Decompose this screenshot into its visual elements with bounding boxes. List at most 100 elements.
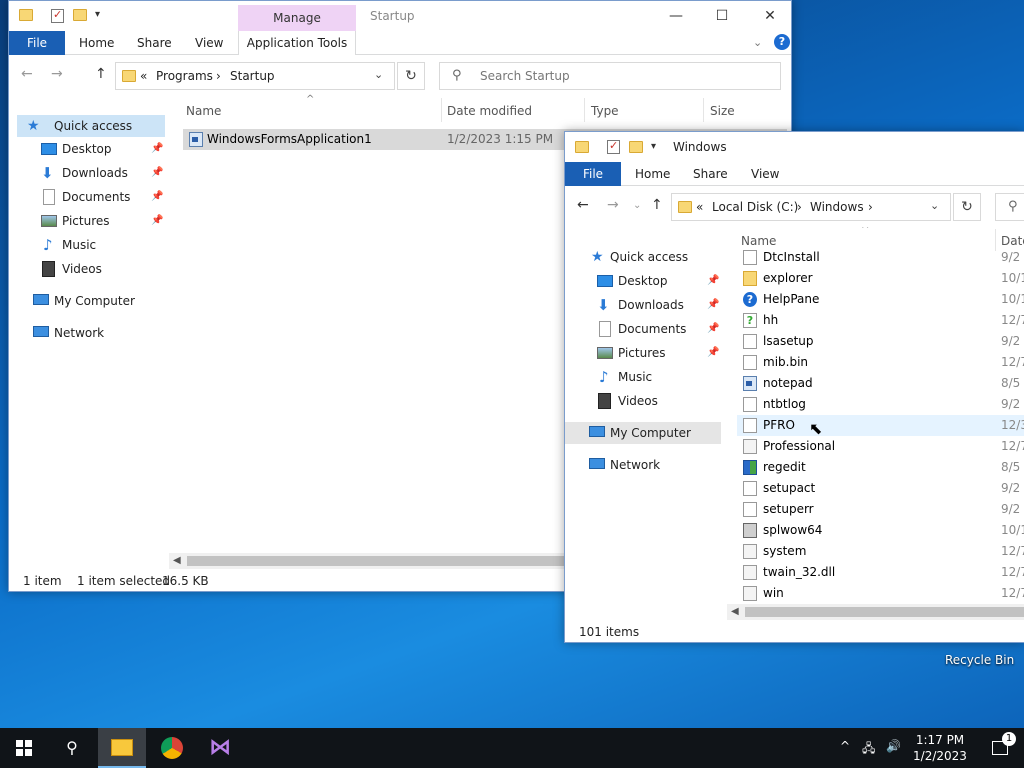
search-box[interactable]: ⚲ <box>995 193 1024 221</box>
breadcrumb-separator[interactable]: › <box>216 69 221 83</box>
properties-icon[interactable] <box>607 139 620 154</box>
nav-network[interactable]: Network <box>565 454 721 476</box>
windows-titlebar[interactable]: ▾ Windows <box>565 132 1024 162</box>
column-date[interactable]: Date <box>1001 234 1024 248</box>
recycle-bin-label[interactable]: Recycle Bin <box>945 653 1014 667</box>
nav-pictures[interactable]: Pictures 📌 <box>565 342 721 364</box>
up-button[interactable]: ↑ <box>95 66 107 82</box>
file-row[interactable]: ? hh 12/7 <box>737 310 1024 331</box>
scroll-left-icon[interactable]: ◀ <box>731 604 739 620</box>
nav-music[interactable]: ♪ Music <box>17 234 165 256</box>
file-row[interactable]: setupact 9/2 <box>737 478 1024 499</box>
expand-ribbon-icon[interactable]: ⌄ <box>753 36 762 49</box>
manage-tab-header[interactable]: Manage <box>238 5 356 31</box>
nav-documents[interactable]: Documents 📌 <box>17 186 165 208</box>
breadcrumb-programs[interactable]: Programs <box>156 69 213 83</box>
breadcrumb-windows[interactable]: Windows <box>810 200 864 214</box>
column-name[interactable]: Name <box>741 234 776 248</box>
nav-pictures[interactable]: Pictures 📌 <box>17 210 165 232</box>
nav-downloads[interactable]: ⬇ Downloads 📌 <box>565 294 721 316</box>
tab-share[interactable]: Share <box>125 31 184 55</box>
new-folder-icon[interactable] <box>629 141 643 153</box>
chrome-taskbar-button[interactable] <box>148 728 196 768</box>
address-bar[interactable]: « Local Disk (C:) › Windows › ⌄ <box>671 193 951 221</box>
customize-toolbar-icon[interactable]: ▾ <box>651 141 656 152</box>
file-row[interactable]: ntbtlog 9/2 <box>737 394 1024 415</box>
nav-quick-access[interactable]: ★ Quick access <box>17 115 165 137</box>
horizontal-scrollbar[interactable]: ◀ <box>727 604 1024 620</box>
startup-titlebar[interactable]: ▾ Manage Startup — ☐ ✕ <box>9 1 791 31</box>
search-input[interactable]: Search Startup <box>480 69 570 83</box>
file-row[interactable]: setuperr 9/2 <box>737 499 1024 520</box>
nav-downloads[interactable]: ⬇ Downloads 📌 <box>17 162 165 184</box>
address-dropdown-icon[interactable]: ⌄ <box>930 199 939 212</box>
pin-icon[interactable]: 📌 <box>151 138 163 160</box>
address-prefix[interactable]: « <box>696 200 703 214</box>
network-tray-icon[interactable]: 🖧 <box>862 739 875 760</box>
pin-icon[interactable]: 📌 <box>151 210 163 232</box>
refresh-button[interactable]: ↻ <box>953 193 981 221</box>
pin-icon[interactable]: 📌 <box>707 270 719 292</box>
pin-icon[interactable]: 📌 <box>707 342 719 364</box>
tab-file[interactable]: File <box>9 31 65 55</box>
nav-desktop[interactable]: Desktop 📌 <box>17 138 165 160</box>
tab-file[interactable]: File <box>565 162 621 186</box>
tab-share[interactable]: Share <box>681 162 740 186</box>
properties-icon[interactable] <box>51 8 64 23</box>
breadcrumb-local-disk[interactable]: Local Disk (C:) <box>712 200 798 214</box>
scroll-thumb[interactable] <box>187 556 569 566</box>
scroll-thumb[interactable] <box>745 607 1024 617</box>
breadcrumb-separator[interactable]: › <box>868 200 873 214</box>
tab-view[interactable]: View <box>183 31 235 55</box>
start-button[interactable] <box>0 728 48 768</box>
file-row[interactable]: explorer 10/1 <box>737 268 1024 289</box>
minimize-button[interactable]: — <box>653 1 699 31</box>
maximize-button[interactable]: ☐ <box>699 1 745 31</box>
nav-network[interactable]: Network <box>17 322 165 344</box>
file-row[interactable]: Professional 12/7 <box>737 436 1024 457</box>
file-row[interactable]: lsasetup 9/2 <box>737 331 1024 352</box>
column-name[interactable]: Name <box>186 104 221 118</box>
horizontal-scrollbar[interactable]: ◀ <box>169 553 569 569</box>
column-type[interactable]: Type <box>591 104 619 118</box>
tab-view[interactable]: View <box>739 162 791 186</box>
nav-videos[interactable]: Videos <box>565 390 721 412</box>
customize-toolbar-icon[interactable]: ▾ <box>95 9 100 20</box>
address-bar[interactable]: « Programs › Startup ⌄ <box>115 62 395 90</box>
file-row[interactable]: regedit 8/5 <box>737 457 1024 478</box>
file-row[interactable]: PFRO 12/3 <box>737 415 1024 436</box>
notification-center-button[interactable]: 1 <box>976 728 1024 768</box>
nav-desktop[interactable]: Desktop 📌 <box>565 270 721 292</box>
show-hidden-icons[interactable]: ^ <box>840 739 850 753</box>
nav-my-computer[interactable]: My Computer <box>17 290 165 312</box>
pin-icon[interactable]: 📌 <box>151 186 163 208</box>
volume-icon[interactable]: 🔊 <box>886 739 901 753</box>
file-row[interactable]: twain_32.dll 12/7 <box>737 562 1024 583</box>
help-icon[interactable]: ? <box>774 34 790 50</box>
clock[interactable]: 1:17 PM 1/2/2023 <box>912 732 968 764</box>
pin-icon[interactable]: 📌 <box>707 318 719 340</box>
tab-home[interactable]: Home <box>623 162 682 186</box>
pin-icon[interactable]: 📌 <box>151 162 163 184</box>
file-explorer-taskbar-button[interactable] <box>98 728 146 768</box>
forward-button[interactable]: → <box>607 197 619 213</box>
visual-studio-taskbar-button[interactable]: ⋈ <box>196 728 244 768</box>
up-button[interactable]: ↑ <box>651 197 663 213</box>
column-size[interactable]: Size <box>710 104 735 118</box>
file-row[interactable]: DtcInstall 9/2 <box>737 247 1024 268</box>
file-row[interactable]: notepad 8/5 <box>737 373 1024 394</box>
breadcrumb-startup[interactable]: Startup <box>230 69 275 83</box>
nav-videos[interactable]: Videos <box>17 258 165 280</box>
column-date-modified[interactable]: Date modified <box>447 104 532 118</box>
file-row[interactable]: ? HelpPane 10/1 <box>737 289 1024 310</box>
back-button[interactable]: ← <box>577 197 589 213</box>
nav-quick-access[interactable]: ★ Quick access <box>565 246 721 268</box>
search-taskbar-button[interactable]: ⚲ <box>48 728 96 768</box>
file-row[interactable]: splwow64 10/1 <box>737 520 1024 541</box>
forward-button[interactable]: → <box>51 66 63 82</box>
address-prefix[interactable]: « <box>140 69 147 83</box>
new-folder-icon[interactable] <box>73 9 87 21</box>
breadcrumb-separator[interactable]: › <box>797 200 802 214</box>
address-dropdown-icon[interactable]: ⌄ <box>374 68 383 81</box>
nav-music[interactable]: ♪ Music <box>565 366 721 388</box>
